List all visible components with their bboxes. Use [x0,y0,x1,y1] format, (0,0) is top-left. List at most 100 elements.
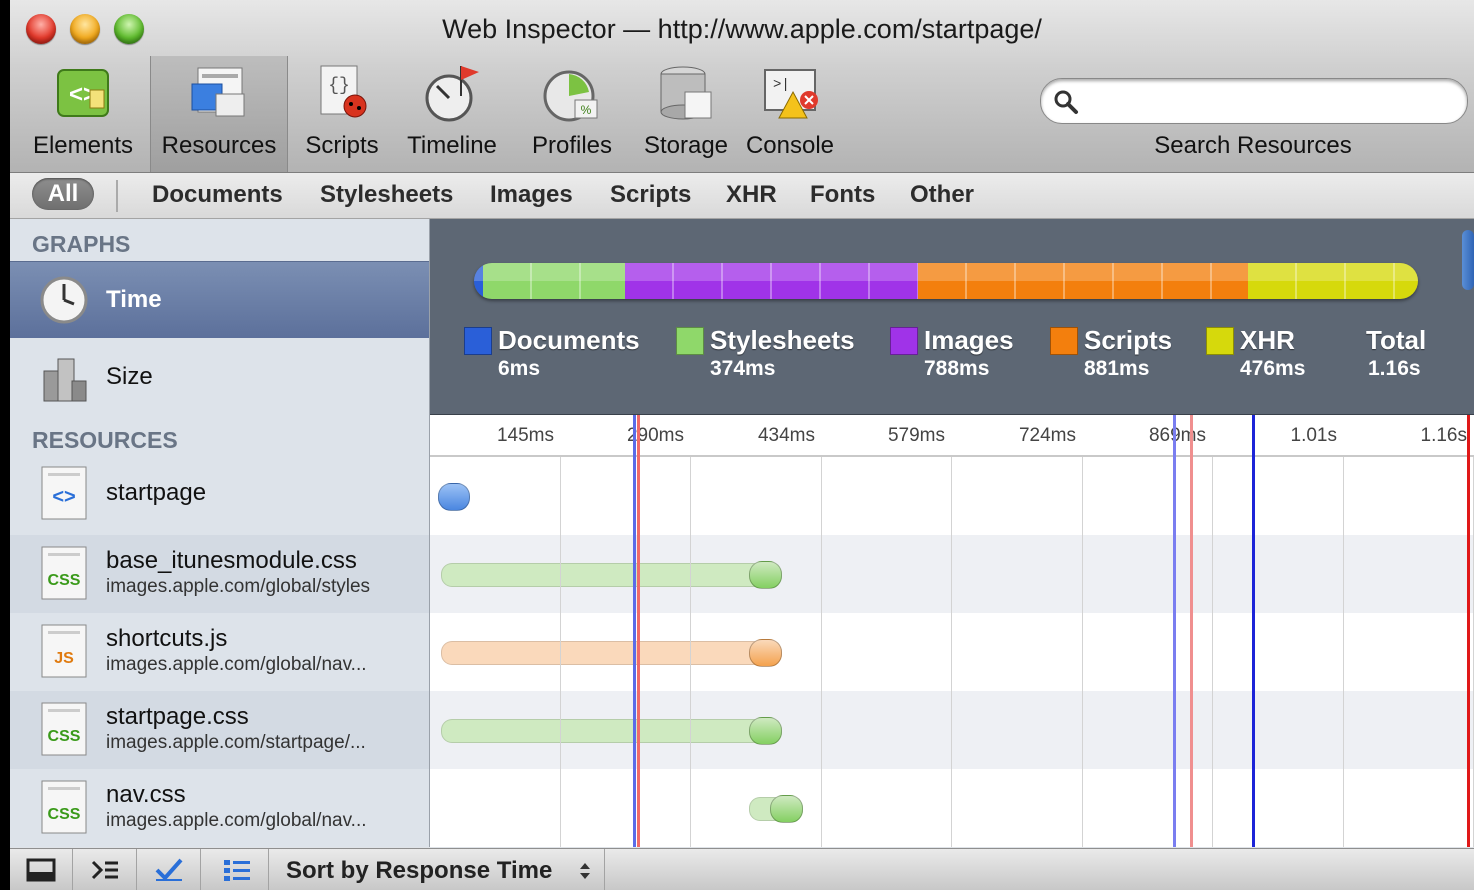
filter-images[interactable]: Images [490,181,573,209]
enable-resource-tracking-button[interactable] [138,849,201,890]
timeline-divider-label: 579ms [887,425,945,446]
resource-domain: images.apple.com/global/nav... [106,810,367,831]
legend-swatch [1050,327,1078,355]
timeline-event-marker [637,415,640,847]
console-icon: >| [764,69,818,119]
timeline-gridline [1343,415,1344,847]
resource-item-startpage-css[interactable]: CSS startpage.css images.apple.com/start… [10,691,429,769]
scrollbar-thumb[interactable] [1462,230,1474,290]
css-file-icon: CSS [41,702,87,756]
summary-bar-segment-documents [474,263,484,299]
toolbar-storage-label: Storage [643,132,729,159]
sidebar-item-label: Size [106,363,153,390]
toolbar-elements[interactable]: <> Elements [18,56,148,172]
timeline-event-marker [1252,415,1255,847]
timeline-bar-download [749,561,782,589]
timeline-row[interactable] [430,457,1474,535]
search-icon [1054,90,1078,114]
legend-label: Images [924,325,1014,355]
timeline-gridline [821,415,822,847]
legend-value: 6ms [498,357,541,380]
sort-select[interactable]: Sort by Response Time [274,849,605,890]
toolbar-storage[interactable]: Storage [630,56,742,172]
resource-domain: images.apple.com/global/nav... [106,654,367,675]
filter-scripts[interactable]: Scripts [610,181,691,209]
sort-select-value: Sort by Response Time [286,857,553,884]
html-file-icon: <> [41,466,87,520]
summary-bar-segment-images [625,263,918,299]
resource-domain: images.apple.com/startpage/... [106,732,366,753]
timeline-bar-latency [441,563,782,587]
filter-all[interactable]: All [32,178,94,210]
legend-label: XHR [1240,325,1295,355]
legend-label: Stylesheets [710,325,855,355]
toolbar-timeline[interactable]: Timeline [396,56,508,172]
filter-other[interactable]: Other [910,181,974,209]
sidebar-item-size[interactable]: Size [10,337,429,413]
resource-item-startpage[interactable]: <> startpage [10,457,429,535]
legend-total-value: 1.16s [1368,357,1421,380]
console-toggle-button[interactable] [74,849,137,890]
timeline-divider-label: 724ms [1018,425,1076,446]
resource-item-shortcuts-js[interactable]: JS shortcuts.js images.apple.com/global/… [10,613,429,691]
legend-value: 788ms [924,357,990,380]
timeline-row[interactable] [430,535,1474,613]
timeline-row[interactable] [430,613,1474,691]
timeline-event-marker [1467,415,1470,847]
clock-icon [40,276,88,324]
filter-xhr[interactable]: XHR [726,181,777,209]
scripts-icon: {} [320,65,367,118]
svg-text:{}: {} [328,76,350,96]
resources-heading: RESOURCES [32,427,178,453]
legend-swatch [890,327,918,355]
resource-name: startpage [106,479,207,506]
timeline-bar-latency [441,719,782,743]
timeline-bar-download [749,639,782,667]
resource-name: shortcuts.js [106,625,228,652]
toolbar-profiles[interactable]: % Profiles [516,56,628,172]
elements-icon: <> [57,69,109,117]
summary-bar [474,263,1418,299]
svg-text:>|: >| [773,77,790,93]
toolbar-scripts[interactable]: {} Scripts [292,56,392,172]
legend-total-label: Total [1366,325,1427,355]
timeline-divider-label: 1.16s [1420,425,1467,446]
svg-text:CSS: CSS [48,806,81,823]
legend-swatch [464,327,492,355]
small-resources-button[interactable] [206,849,269,890]
timeline-bar-download [749,717,782,745]
search-field[interactable] [1040,78,1468,124]
filter-divider [116,180,118,212]
resource-name: base_itunesmodule.css [106,547,357,574]
toolbar-elements-label: Elements [32,132,134,159]
timeline-row[interactable] [430,691,1474,769]
sidebar-item-time[interactable]: Time [10,261,429,338]
timeline-gridline [1082,415,1083,847]
timeline-event-marker [633,415,636,847]
summary-graph: Documents 6ms Stylesheets 374ms Images 7… [430,219,1474,415]
filter-stylesheets[interactable]: Stylesheets [320,181,453,209]
timeline-gridline [1212,415,1213,847]
search-input[interactable] [1091,85,1455,117]
console-prompt-icon [91,860,118,880]
svg-text:%: % [581,103,592,117]
legend-swatch [1206,327,1234,355]
legend-label: Documents [498,325,640,355]
timeline-row[interactable] [430,769,1474,847]
resource-item-nav-css[interactable]: CSS nav.css images.apple.com/global/nav.… [10,769,429,847]
toolbar-console[interactable]: >| Console [736,56,844,172]
js-file-icon: JS [41,624,87,678]
timeline-gridline [951,415,952,847]
filter-documents[interactable]: Documents [152,181,283,209]
timeline-bar-download [438,483,470,511]
toolbar-resources-label: Resources [161,132,277,159]
legend-value: 476ms [1240,357,1306,380]
timeline-dividers: 145ms 290ms 434ms 579ms 724ms 869ms 1.01s 1.16s [430,415,1474,457]
toolbar-resources[interactable]: Resources [150,56,288,172]
legend-value: 374ms [710,357,776,380]
filter-fonts[interactable]: Fonts [810,181,875,209]
dock-button[interactable] [10,849,73,890]
resource-item-base-itunesmodule-css[interactable]: CSS base_itunesmodule.css images.apple.c… [10,535,429,613]
graphs-heading: GRAPHS [32,231,131,257]
resource-name: startpage.css [106,703,249,730]
